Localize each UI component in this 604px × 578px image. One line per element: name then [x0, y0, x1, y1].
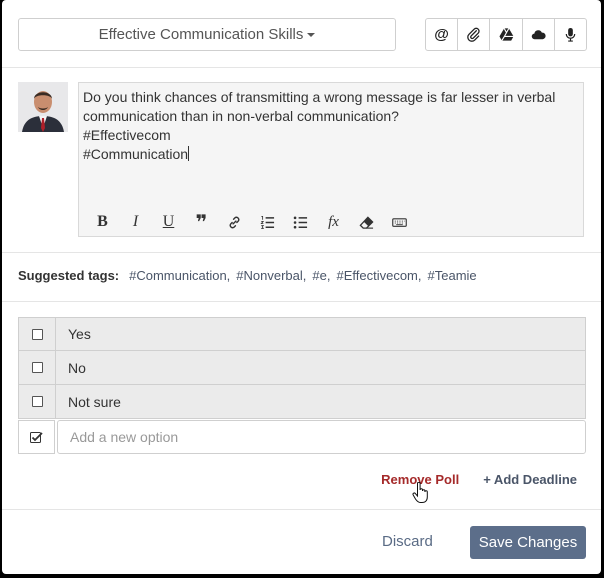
- bold-icon: B: [97, 213, 108, 230]
- checkbox[interactable]: [31, 362, 43, 373]
- keyboard-icon: [392, 217, 407, 227]
- formula-icon: fx: [328, 213, 339, 230]
- at-icon: @: [434, 26, 449, 43]
- topic-label: Effective Communication Skills: [98, 26, 304, 43]
- poll-option-label[interactable]: Yes: [56, 318, 91, 350]
- dialog-footer: Discard Save Changes: [2, 509, 601, 574]
- ordered-list-icon: [260, 215, 275, 229]
- suggested-tags-label: Suggested tags:: [18, 268, 120, 283]
- bullet-list-icon: [293, 216, 308, 228]
- suggested-tag[interactable]: #Effectivecom,: [336, 268, 421, 283]
- discard-button[interactable]: Discard: [382, 533, 433, 550]
- suggested-tag[interactable]: #e,: [312, 268, 330, 283]
- new-option-input[interactable]: [57, 420, 586, 454]
- checkbox[interactable]: [31, 396, 43, 407]
- poll-option: Yes: [18, 317, 586, 351]
- poll-options: Yes No Not sure: [18, 317, 586, 454]
- link-button[interactable]: [218, 210, 251, 234]
- poll-option-checkbox-cell: [19, 351, 56, 384]
- eraser-icon: [359, 215, 374, 229]
- suggested-tag[interactable]: #Teamie: [428, 268, 477, 283]
- paperclip-icon: [467, 27, 480, 42]
- user-avatar-image: [18, 82, 68, 132]
- hashtag-text: #Effectivecom: [83, 127, 171, 143]
- hashtag-text-active: #Communication: [83, 145, 579, 164]
- poll-actions: Remove Poll + Add Deadline: [381, 472, 577, 487]
- poll-option: No: [18, 351, 586, 385]
- divider: [2, 301, 601, 302]
- google-drive-button[interactable]: [490, 19, 523, 50]
- suggested-tag[interactable]: #Nonverbal,: [236, 268, 306, 283]
- hand-cursor-icon: [412, 482, 428, 503]
- save-changes-button[interactable]: Save Changes: [470, 526, 586, 559]
- poll-option-label[interactable]: No: [56, 351, 86, 384]
- keyboard-button[interactable]: [383, 210, 416, 234]
- chevron-down-icon: [307, 32, 316, 37]
- dialog-header: Effective Communication Skills @: [2, 0, 601, 68]
- add-deadline-link[interactable]: + Add Deadline: [483, 472, 577, 487]
- attach-file-button[interactable]: [458, 19, 491, 50]
- new-poll-option: [18, 420, 586, 454]
- link-icon: [229, 216, 240, 228]
- underline-icon: U: [162, 213, 175, 230]
- post-editor[interactable]: Do you think chances of transmitting a w…: [78, 82, 584, 237]
- checkbox[interactable]: [31, 328, 43, 340]
- poll-option: Not sure: [18, 385, 586, 419]
- underline-button[interactable]: U: [152, 210, 185, 234]
- avatar: [18, 82, 68, 132]
- post-edit-dialog: Effective Communication Skills @ Do you …: [2, 0, 601, 574]
- divider: [2, 252, 601, 253]
- text-cursor: [188, 146, 190, 161]
- italic-button[interactable]: I: [119, 210, 152, 234]
- bullet-list-button[interactable]: [284, 210, 317, 234]
- ordered-list-button[interactable]: [251, 210, 284, 234]
- onedrive-button[interactable]: [523, 19, 555, 50]
- checkbox-checked-icon[interactable]: [30, 431, 43, 444]
- mention-button[interactable]: @: [426, 19, 459, 50]
- question-text: Do you think chances of transmitting a w…: [83, 89, 556, 124]
- poll-option-checkbox-cell: [19, 318, 56, 350]
- bold-button[interactable]: B: [86, 210, 119, 234]
- suggested-tags: Suggested tags: #Communication, #Nonverb…: [18, 268, 483, 283]
- clear-formatting-button[interactable]: [350, 210, 383, 234]
- blockquote-button[interactable]: ❞: [185, 210, 218, 234]
- record-audio-button[interactable]: [555, 19, 586, 50]
- suggested-tag[interactable]: #Communication,: [129, 268, 230, 283]
- google-drive-icon: [498, 28, 514, 41]
- poll-option-checkbox-cell: [19, 385, 56, 418]
- formula-button[interactable]: fx: [317, 210, 350, 234]
- attachment-toolbar: @: [425, 18, 587, 51]
- quote-icon: ❞: [195, 210, 208, 234]
- formatting-toolbar: B I U ❞ fx: [79, 208, 583, 236]
- editor-content[interactable]: Do you think chances of transmitting a w…: [79, 83, 583, 164]
- topic-dropdown[interactable]: Effective Communication Skills: [18, 18, 396, 51]
- microphone-icon: [565, 27, 576, 42]
- cloud-icon: [531, 30, 546, 40]
- checked-checkbox-cell: [18, 420, 55, 454]
- hashtag-text: #Communication: [83, 146, 189, 162]
- italic-icon: I: [132, 213, 139, 230]
- poll-option-label[interactable]: Not sure: [56, 385, 121, 418]
